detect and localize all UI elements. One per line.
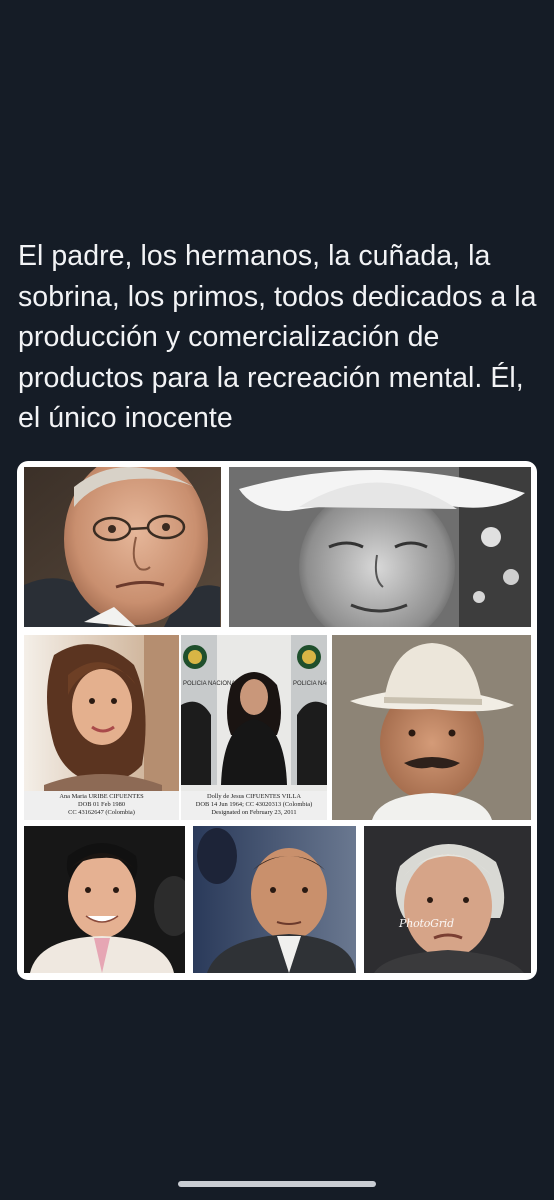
photogrid-watermark: PhotoGrid bbox=[399, 917, 454, 930]
photo-5-image bbox=[332, 635, 531, 820]
home-indicator[interactable] bbox=[178, 1181, 376, 1187]
photo-1-image bbox=[24, 467, 221, 627]
photo-2[interactable] bbox=[229, 467, 531, 627]
photo-4[interactable]: POLICIA NACIONAL POLICIA NACIONAL Dolly … bbox=[181, 635, 327, 820]
photo-4-caption: Dolly de Jesus CIFUENTES VILLA DOB 14 Ju… bbox=[181, 791, 327, 820]
photo-6[interactable] bbox=[24, 826, 185, 973]
photo-5[interactable] bbox=[332, 635, 531, 820]
caption-line: Designated on February 23, 2011 bbox=[211, 809, 297, 816]
caption-line: Dolly de Jesus CIFUENTES VILLA bbox=[207, 793, 301, 800]
caption-line: DOB 01 Feb 1980 bbox=[77, 801, 126, 808]
photo-3-caption: Ana Maria URIBE CIFUENTES DOB 01 Feb 198… bbox=[24, 791, 179, 820]
post-text: El padre, los hermanos, la cuñada, la so… bbox=[18, 240, 537, 434]
photo-8[interactable]: PhotoGrid bbox=[364, 826, 531, 973]
photo-6-image bbox=[24, 826, 185, 973]
photo-7[interactable] bbox=[193, 826, 356, 973]
caption-line: CC 43162647 (Colombia) bbox=[68, 809, 135, 816]
photo-7-image bbox=[193, 826, 356, 973]
photo-1[interactable] bbox=[24, 467, 221, 627]
photo-8-image bbox=[364, 826, 531, 973]
tweet-screen: El padre, los hermanos, la cuñada, la so… bbox=[0, 0, 554, 1200]
caption-line: Ana Maria URIBE CIFUENTES bbox=[59, 793, 144, 800]
sign-right-text: POLICIA NACIONAL bbox=[293, 681, 327, 687]
photo-2-image bbox=[229, 467, 531, 627]
caption-line: DOB 14 Jun 1964; CC 43020313 (Colombia) bbox=[195, 801, 313, 808]
photo-3[interactable]: Ana Maria URIBE CIFUENTES DOB 01 Feb 198… bbox=[24, 635, 179, 820]
media-grid[interactable]: Ana Maria URIBE CIFUENTES DOB 01 Feb 198… bbox=[17, 461, 537, 980]
